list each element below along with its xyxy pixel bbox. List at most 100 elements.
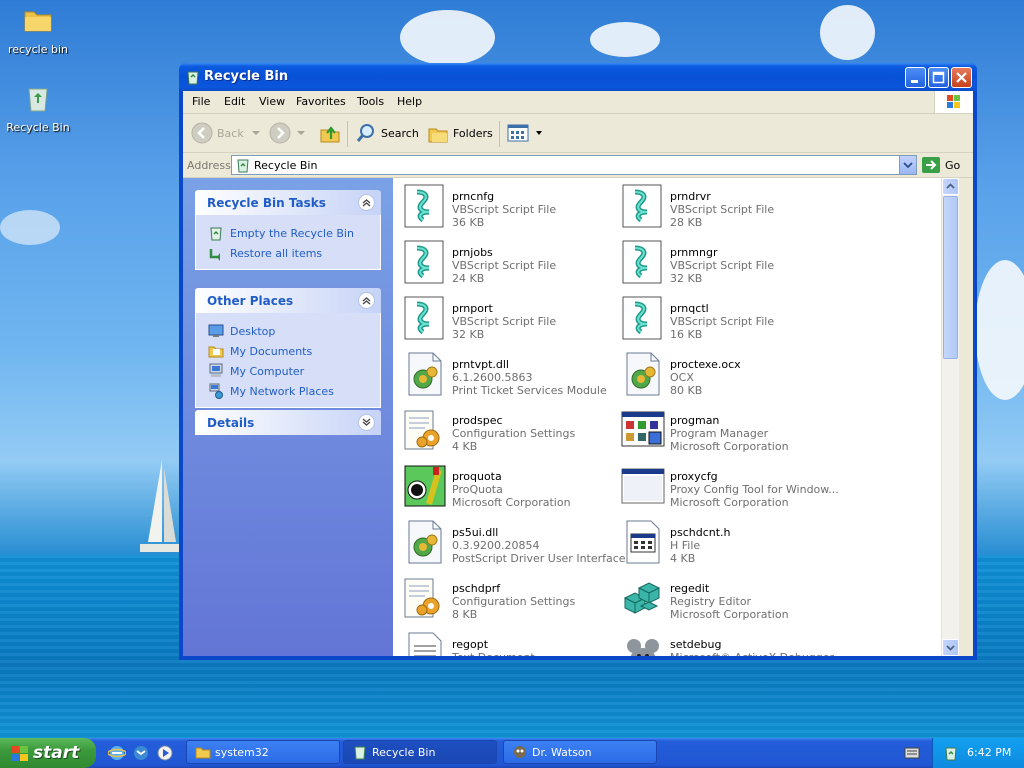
collapse-button[interactable]	[358, 194, 375, 211]
vbscript-icon	[403, 184, 447, 228]
file-item[interactable]: ps5ui.dll 0.3.9200.20854 PostScript Driver…	[397, 516, 626, 568]
taskbar-button-dr-watson[interactable]: Dr. Watson	[503, 740, 657, 764]
place-my-documents[interactable]: My Documents	[208, 341, 380, 361]
file-item[interactable]: setdebugMicrosoft® ActiveX Debugger ...	[615, 628, 848, 656]
file-detail-line-1: Configuration Settings	[452, 595, 576, 608]
file-item[interactable]: prodspec Configuration Settings 4 KB	[397, 404, 612, 456]
panel-body: Desktop My Documents My Computer My Netw…	[195, 313, 381, 408]
my-computer-icon	[209, 363, 223, 377]
file-item[interactable]: prnmngr VBScript Script File 32 KB	[615, 236, 830, 288]
task-empty-recycle-bin[interactable]: Empty the Recycle Bin	[208, 223, 380, 243]
search-button[interactable]: Search	[355, 122, 419, 144]
file-item[interactable]: proctexe.ocx OCX 80 KB	[615, 348, 830, 400]
file-name: proctexe.ocx	[670, 358, 741, 371]
network-places-icon	[209, 383, 223, 399]
address-bar: Address Recycle Bin Go	[183, 153, 973, 178]
task-pane: Recycle Bin Tasks Empty the Recycle Bin …	[183, 178, 393, 656]
file-detail-line-1: H File	[670, 539, 701, 552]
outlook-express-icon[interactable]	[132, 744, 150, 762]
close-button[interactable]	[951, 67, 972, 88]
file-item[interactable]: prnport VBScript Script File 32 KB	[397, 292, 612, 344]
address-field[interactable]: Recycle Bin	[231, 155, 917, 175]
file-detail-line-1: VBScript Script File	[670, 315, 775, 328]
file-detail-line-1: VBScript Script File	[670, 259, 775, 272]
file-item[interactable]: pschdcnt.h H File 4 KB	[615, 516, 830, 568]
scroll-up-button[interactable]	[942, 178, 959, 195]
file-item[interactable]: prnqctl VBScript Script File 16 KB	[615, 292, 830, 344]
place-my-computer[interactable]: My Computer	[208, 361, 380, 381]
scroll-down-button[interactable]	[942, 639, 959, 656]
go-button[interactable]: Go	[921, 156, 960, 174]
taskbar-button-recycle-bin[interactable]: Recycle Bin	[343, 740, 497, 764]
title-bar[interactable]: Recycle Bin	[179, 63, 977, 91]
file-item[interactable]: regedit Registry Editor Microsoft Corporat…	[615, 572, 830, 624]
internet-explorer-icon[interactable]	[108, 744, 126, 762]
menu-tools[interactable]: Tools	[357, 95, 384, 108]
file-detail-line-1: VBScript Script File	[452, 259, 557, 272]
menu-view[interactable]: View	[259, 95, 285, 108]
file-item[interactable]: regoptText Document	[397, 628, 612, 656]
panel-header[interactable]: Other Places	[195, 288, 381, 313]
file-name: pschdcnt.h	[670, 526, 731, 539]
progman-icon	[621, 408, 665, 452]
forward-button[interactable]	[269, 122, 311, 144]
file-item[interactable]: pschdprf Configuration Settings 8 KB	[397, 572, 612, 624]
chevron-down-double-icon	[362, 418, 371, 426]
maximize-button[interactable]	[928, 67, 949, 88]
minimize-button[interactable]	[905, 67, 926, 88]
vertical-scrollbar[interactable]	[941, 178, 959, 656]
folders-button[interactable]: Folders	[427, 122, 493, 144]
media-player-icon[interactable]	[156, 744, 174, 762]
task-restore-all[interactable]: Restore all items	[208, 243, 380, 263]
menu-file[interactable]: File	[192, 95, 210, 108]
proquota-icon	[403, 464, 447, 508]
views-button[interactable]	[507, 122, 547, 144]
start-button[interactable]: start	[0, 738, 96, 768]
file-item[interactable]: progman Program Manager Microsoft Corporat…	[615, 404, 830, 456]
file-item[interactable]: proxycfg Proxy Config Tool for Window... M…	[615, 460, 839, 512]
minimize-icon	[911, 80, 918, 83]
file-item[interactable]: prncnfg VBScript Script File 36 KB	[397, 180, 612, 232]
file-name: proquota	[452, 470, 502, 483]
panel-title: Recycle Bin Tasks	[207, 196, 326, 210]
clock[interactable]: 6:42 PM	[967, 746, 1011, 759]
file-name: prnmngr	[670, 246, 718, 259]
panel-header[interactable]: Recycle Bin Tasks	[195, 190, 381, 215]
file-name: prnqctl	[670, 302, 709, 315]
panel-header[interactable]: Details	[195, 410, 381, 435]
menu-favorites[interactable]: Favorites	[296, 95, 346, 108]
search-label: Search	[381, 126, 419, 140]
safely-remove-icon[interactable]	[943, 745, 959, 761]
address-value: Recycle Bin	[254, 159, 318, 172]
keyboard-icon[interactable]	[904, 746, 920, 760]
up-folder-button[interactable]	[319, 122, 345, 144]
back-button[interactable]: Back	[191, 122, 266, 144]
file-item[interactable]: prndrvr VBScript Script File 28 KB	[615, 180, 830, 232]
close-icon	[956, 72, 967, 83]
file-detail-line-1: Program Manager	[670, 427, 769, 440]
menu-edit[interactable]: Edit	[224, 95, 245, 108]
file-name: pschdprf	[452, 582, 501, 595]
windows-logo	[934, 91, 973, 113]
chevron-down-icon	[536, 131, 542, 135]
up-folder-icon	[320, 126, 340, 143]
place-desktop[interactable]: Desktop	[208, 321, 380, 341]
collapse-button[interactable]	[358, 292, 375, 309]
file-detail-line-1: Microsoft® ActiveX Debugger ...	[670, 651, 848, 656]
regedit-icon	[621, 576, 665, 620]
taskbar-button-system32[interactable]: system32	[186, 740, 340, 764]
file-item[interactable]: prnjobs VBScript Script File 24 KB	[397, 236, 612, 288]
address-dropdown-button[interactable]	[899, 156, 916, 174]
place-my-network-places[interactable]: My Network Places	[208, 381, 380, 401]
file-item[interactable]: prntvpt.dll 6.1.2600.5863 Print Ticket Ser…	[397, 348, 612, 400]
task-label: Restore all items	[230, 246, 323, 260]
my-documents-icon	[208, 346, 224, 358]
recycle-bin-tasks-panel: Recycle Bin Tasks Empty the Recycle Bin …	[195, 190, 381, 270]
desktop-icon-recycle-bin[interactable]: Recycle Bin	[0, 82, 76, 134]
expand-button[interactable]	[358, 414, 375, 431]
menu-help[interactable]: Help	[397, 95, 422, 108]
desktop-icon-recycle-bin-folder[interactable]: recycle bin	[0, 4, 76, 56]
file-item[interactable]: proquota ProQuota Microsoft Corporation	[397, 460, 612, 512]
scroll-thumb[interactable]	[943, 196, 958, 359]
taskbar-button-label: Dr. Watson	[532, 746, 592, 759]
